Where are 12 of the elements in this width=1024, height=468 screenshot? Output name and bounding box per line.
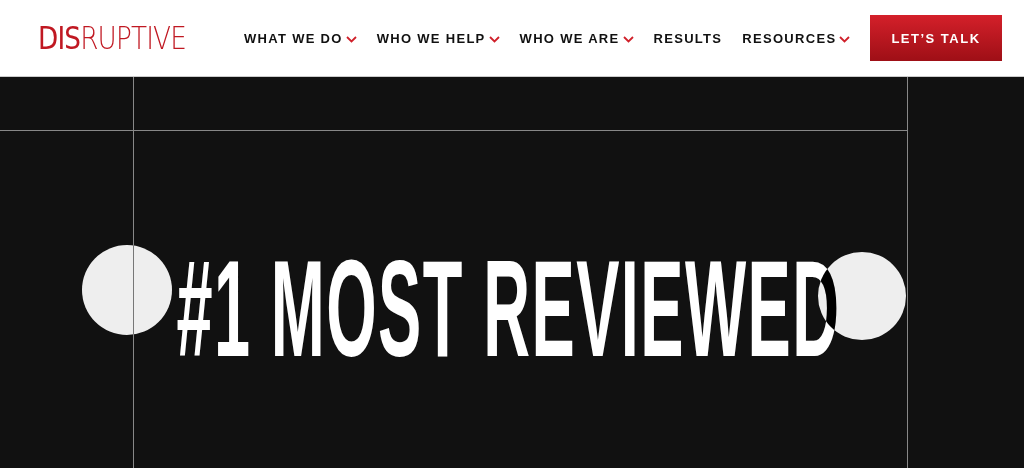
logo[interactable]: DISRUPTIVE (38, 19, 186, 57)
nav-link[interactable]: WHO WE HELP (376, 30, 500, 46)
talk-button[interactable]: LET’S TALK (870, 15, 1002, 61)
nav-link[interactable]: WHAT WE DO (244, 30, 357, 46)
nav-link[interactable]: RESULTS (653, 30, 723, 46)
chevron-down-icon (488, 35, 500, 43)
chevron-down-icon (345, 35, 357, 43)
nav-link[interactable]: RESOURCES (742, 30, 851, 46)
nav-link[interactable]: WHO WE ARE (519, 30, 634, 46)
headline: #1 MOST REVIEWED (175, 253, 841, 363)
chevron-down-icon (839, 35, 851, 43)
chevron-down-icon (622, 35, 634, 43)
